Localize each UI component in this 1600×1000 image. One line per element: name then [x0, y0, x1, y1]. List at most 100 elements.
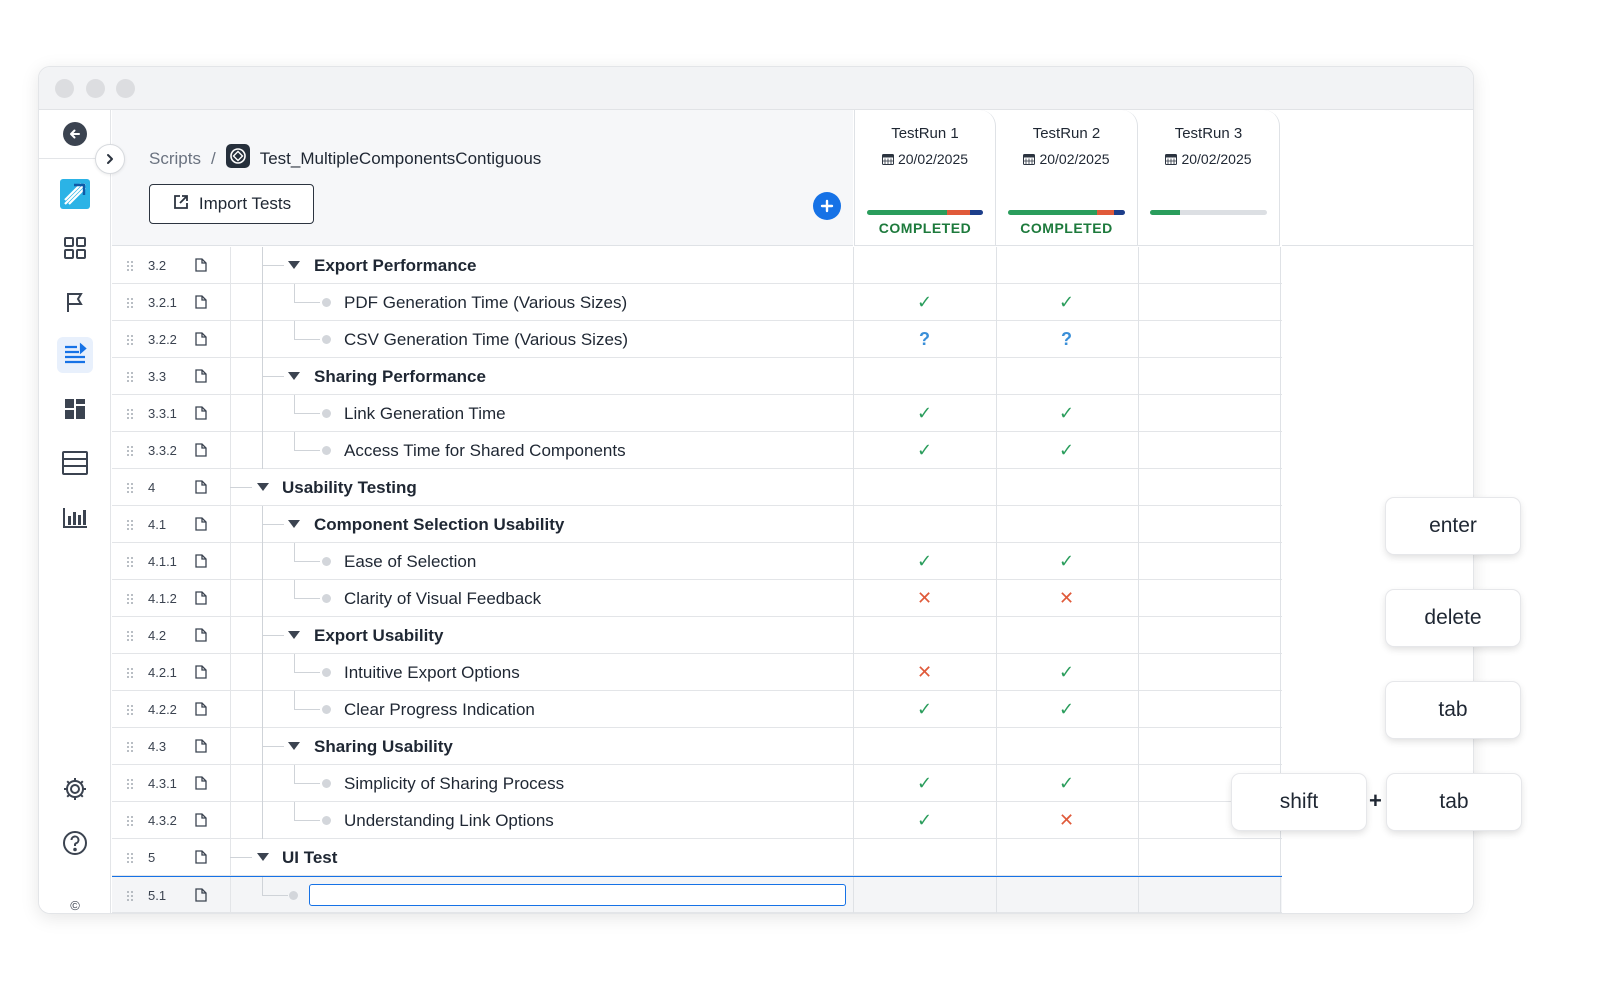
- document-icon[interactable]: [195, 776, 207, 795]
- document-icon[interactable]: [195, 369, 207, 388]
- empty-result[interactable]: [854, 469, 995, 506]
- test-row[interactable]: 3.2.1 PDF Generation Time (Various Sizes)…: [112, 284, 1282, 321]
- drag-handle-icon[interactable]: [126, 592, 134, 604]
- empty-result[interactable]: [996, 506, 1137, 543]
- empty-result[interactable]: [996, 728, 1137, 765]
- test-row[interactable]: 4 Usability Testing: [112, 469, 1282, 506]
- settings-gear-icon[interactable]: [57, 771, 93, 807]
- pass-check-icon[interactable]: ✓: [996, 432, 1137, 469]
- empty-result[interactable]: [1138, 543, 1279, 580]
- document-icon[interactable]: [195, 591, 207, 610]
- testrun-header[interactable]: TestRun 3 20/02/2025: [1138, 110, 1280, 246]
- pass-check-icon[interactable]: ✓: [996, 691, 1137, 728]
- empty-result[interactable]: [996, 839, 1137, 876]
- empty-result[interactable]: [996, 247, 1137, 284]
- collapse-caret-icon[interactable]: [288, 742, 300, 750]
- table-layout-icon[interactable]: [57, 445, 93, 481]
- test-row[interactable]: 3.2.2 CSV Generation Time (Various Sizes)…: [112, 321, 1282, 358]
- window-dot[interactable]: [55, 79, 74, 98]
- document-icon[interactable]: [195, 702, 207, 721]
- test-row[interactable]: 3.3.2 Access Time for Shared Components ✓ ✓: [112, 432, 1282, 469]
- drag-handle-icon[interactable]: [126, 703, 134, 715]
- pass-check-icon[interactable]: ✓: [854, 543, 995, 580]
- bar-chart-icon[interactable]: [57, 499, 93, 535]
- pass-check-icon[interactable]: ✓: [854, 432, 995, 469]
- empty-result[interactable]: [996, 358, 1137, 395]
- collapse-caret-icon[interactable]: [288, 520, 300, 528]
- group-title[interactable]: Usability Testing: [282, 469, 417, 506]
- collapse-caret-icon[interactable]: [257, 853, 269, 861]
- group-title[interactable]: Sharing Usability: [314, 728, 453, 765]
- pass-check-icon[interactable]: ✓: [854, 691, 995, 728]
- scripts-list-icon[interactable]: [57, 337, 93, 373]
- empty-result[interactable]: [854, 839, 995, 876]
- empty-result[interactable]: [854, 506, 995, 543]
- empty-result[interactable]: [996, 617, 1137, 654]
- collapse-caret-icon[interactable]: [257, 483, 269, 491]
- pass-check-icon[interactable]: ✓: [996, 543, 1137, 580]
- document-icon[interactable]: [195, 332, 207, 351]
- test-title[interactable]: Understanding Link Options: [344, 802, 554, 839]
- fail-cross-icon[interactable]: ✕: [996, 580, 1137, 617]
- test-title[interactable]: Clarity of Visual Feedback: [344, 580, 541, 617]
- group-title[interactable]: Export Usability: [314, 617, 443, 654]
- drag-handle-icon[interactable]: [126, 370, 134, 382]
- empty-result[interactable]: [1138, 469, 1279, 506]
- empty-result[interactable]: [1138, 654, 1279, 691]
- test-row[interactable]: 4.3.1 Simplicity of Sharing Process ✓ ✓: [112, 765, 1282, 802]
- test-row[interactable]: 5 UI Test: [112, 839, 1282, 876]
- empty-result[interactable]: [1138, 358, 1279, 395]
- document-icon[interactable]: [195, 258, 207, 277]
- drag-handle-icon[interactable]: [126, 481, 134, 493]
- empty-result[interactable]: [1138, 395, 1279, 432]
- empty-result[interactable]: [1138, 580, 1279, 617]
- pass-check-icon[interactable]: ✓: [996, 654, 1137, 691]
- empty-result[interactable]: [1138, 247, 1279, 284]
- test-row[interactable]: 4.2 Export Usability: [112, 617, 1282, 654]
- drag-handle-icon[interactable]: [126, 814, 134, 826]
- drag-handle-icon[interactable]: [126, 629, 134, 641]
- pass-check-icon[interactable]: ✓: [854, 284, 995, 321]
- group-title[interactable]: UI Test: [282, 839, 337, 876]
- fail-cross-icon[interactable]: ✕: [854, 654, 995, 691]
- test-row[interactable]: 4.1.2 Clarity of Visual Feedback ✕ ✕: [112, 580, 1282, 617]
- fail-cross-icon[interactable]: ✕: [854, 580, 995, 617]
- pass-check-icon[interactable]: ✓: [996, 395, 1137, 432]
- test-title[interactable]: Ease of Selection: [344, 543, 476, 580]
- test-row[interactable]: 4.2.2 Clear Progress Indication ✓ ✓: [112, 691, 1282, 728]
- empty-result[interactable]: [1138, 284, 1279, 321]
- drag-handle-icon[interactable]: [126, 518, 134, 530]
- test-row[interactable]: 3.3.1 Link Generation Time ✓ ✓: [112, 395, 1282, 432]
- drag-handle-icon[interactable]: [126, 889, 134, 901]
- empty-result[interactable]: [1138, 321, 1279, 358]
- test-row[interactable]: 3.3 Sharing Performance: [112, 358, 1282, 395]
- fail-cross-icon[interactable]: ✕: [996, 802, 1137, 839]
- document-icon[interactable]: [195, 554, 207, 573]
- test-row[interactable]: 3.2 Export Performance: [112, 247, 1282, 284]
- test-title[interactable]: Simplicity of Sharing Process: [344, 765, 564, 802]
- help-icon[interactable]: [57, 825, 93, 861]
- test-row[interactable]: 4.1.1 Ease of Selection ✓ ✓: [112, 543, 1282, 580]
- window-dot[interactable]: [86, 79, 105, 98]
- empty-result[interactable]: [1138, 839, 1279, 876]
- drag-handle-icon[interactable]: [126, 555, 134, 567]
- document-icon[interactable]: [195, 665, 207, 684]
- expand-sidebar-button[interactable]: [95, 144, 125, 174]
- test-row[interactable]: 4.3.2 Understanding Link Options ✓ ✕: [112, 802, 1282, 839]
- unknown-question-icon[interactable]: ?: [854, 321, 995, 358]
- new-test-row[interactable]: 5.1: [112, 876, 1282, 913]
- testrun-header[interactable]: TestRun 1 20/02/2025 COMPLETED: [854, 110, 996, 246]
- app-logo-icon[interactable]: [57, 176, 93, 212]
- pass-check-icon[interactable]: ✓: [854, 802, 995, 839]
- drag-handle-icon[interactable]: [126, 296, 134, 308]
- drag-handle-icon[interactable]: [126, 777, 134, 789]
- document-icon[interactable]: [195, 406, 207, 425]
- test-title[interactable]: Clear Progress Indication: [344, 691, 535, 728]
- dashboard-grid-icon[interactable]: [57, 230, 93, 266]
- new-test-title-input[interactable]: [309, 884, 846, 906]
- group-title[interactable]: Sharing Performance: [314, 358, 486, 395]
- window-dot[interactable]: [116, 79, 135, 98]
- import-tests-button[interactable]: Import Tests: [149, 184, 314, 224]
- test-row[interactable]: 4.3 Sharing Usability: [112, 728, 1282, 765]
- empty-result[interactable]: [854, 617, 995, 654]
